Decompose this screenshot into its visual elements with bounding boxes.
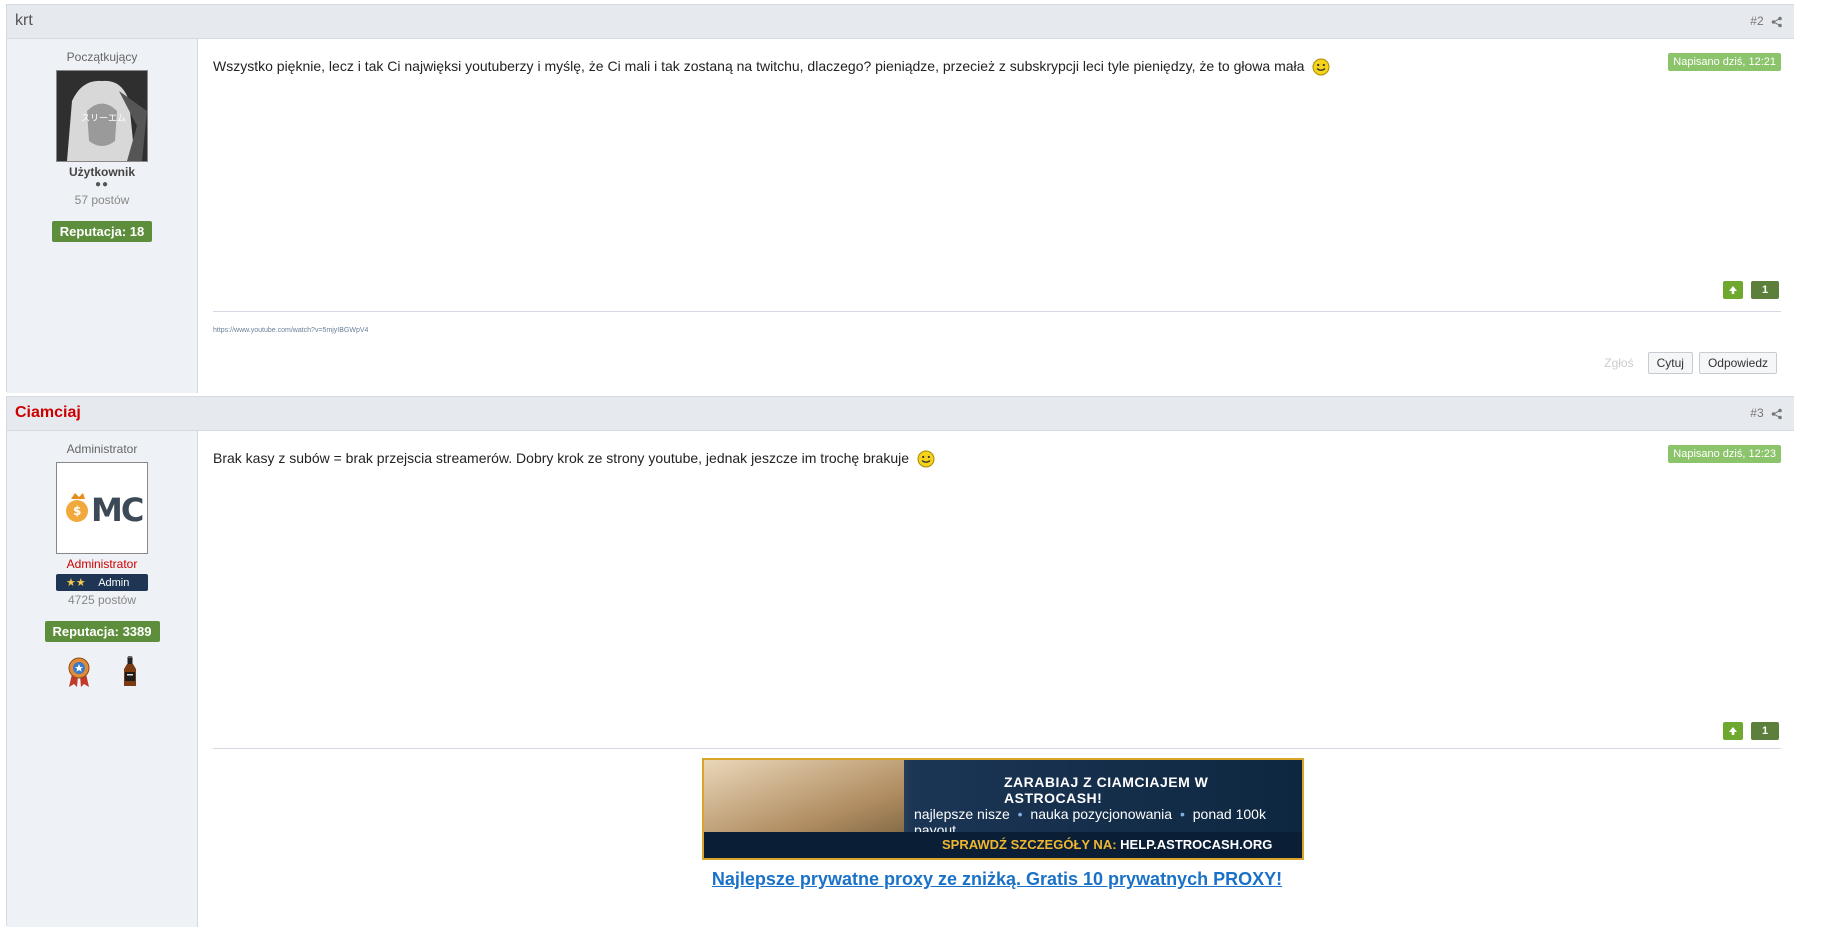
quote-button[interactable]: Cytuj bbox=[1647, 352, 1693, 374]
post-3: Ciamciaj #3 Administrator $ MC Administr… bbox=[6, 396, 1796, 927]
banner-feature: najlepsze nisze bbox=[914, 806, 1010, 822]
svg-text:$: $ bbox=[73, 504, 81, 518]
reputation-badge[interactable]: Reputacja: 18 bbox=[51, 221, 153, 242]
author-sidebar: Administrator $ MC Administrator ★★ Admi… bbox=[7, 431, 198, 927]
upvote-icon bbox=[1729, 286, 1737, 294]
rank-pips: ●● bbox=[94, 179, 110, 190]
post-number[interactable]: #2 bbox=[1750, 14, 1763, 28]
post-text-body: Wszystko pięknie, lecz i tak Ci najwięks… bbox=[213, 58, 1305, 74]
post-count: 4725 postów bbox=[67, 593, 137, 607]
post-2: krt #2 Początkujący スリーエム Użytkownik ●● bbox=[6, 4, 1796, 393]
upvote-button[interactable] bbox=[1723, 281, 1743, 299]
smiley-icon bbox=[917, 450, 935, 468]
share-icon[interactable] bbox=[1771, 16, 1783, 28]
post-header: krt #2 bbox=[7, 4, 1795, 39]
post-text-body: Brak kasy z subów = brak przejscia strea… bbox=[213, 450, 910, 466]
awards bbox=[7, 656, 197, 688]
award-medal-icon[interactable] bbox=[66, 656, 92, 688]
post-date[interactable]: Napisano dziś, 12:21 bbox=[1668, 53, 1781, 71]
reputation-badge[interactable]: Reputacja: 3389 bbox=[44, 621, 160, 642]
post-date[interactable]: Napisano dziś, 12:23 bbox=[1668, 445, 1781, 463]
post-text: Brak kasy z subów = brak przejscia strea… bbox=[213, 449, 1781, 468]
vote-count[interactable]: 1 bbox=[1751, 281, 1779, 299]
share-icon[interactable] bbox=[1771, 408, 1783, 420]
banner-cta: SPRAWDŹ SZCZEGÓŁY NA: HELP.ASTROCASH.ORG bbox=[942, 837, 1272, 852]
upvote-button[interactable] bbox=[1723, 722, 1743, 740]
banner-feature: nauka pozycjonowania bbox=[1030, 806, 1173, 822]
signature-divider bbox=[213, 748, 1781, 749]
page-right-gutter bbox=[1794, 0, 1824, 926]
vote-row: 1 bbox=[1723, 281, 1779, 299]
post-actions: Zgłoś Cytuj Odpowiedz bbox=[1604, 352, 1777, 374]
report-link[interactable]: Zgłoś bbox=[1604, 356, 1633, 370]
author-name-link[interactable]: krt bbox=[15, 12, 33, 30]
author-name-link[interactable]: Ciamciaj bbox=[15, 404, 81, 422]
badge-stars: ★★ bbox=[66, 577, 86, 589]
proxy-promo-link[interactable]: Najlepsze prywatne proxy ze zniżką. Grat… bbox=[213, 869, 1781, 890]
vote-row: 1 bbox=[1723, 722, 1779, 740]
signature-divider bbox=[213, 311, 1781, 312]
badge-label: Admin bbox=[98, 577, 130, 589]
avatar-caption: スリーエム bbox=[81, 114, 127, 124]
banner-url: HELP.ASTROCASH.ORG bbox=[1120, 837, 1273, 852]
smiley-icon bbox=[1312, 58, 1330, 76]
author-sidebar: Początkujący スリーエム Użytkownik ●● 57 post… bbox=[7, 39, 198, 393]
banner-cta-label: SPRAWDŹ SZCZEGÓŁY NA: bbox=[942, 837, 1117, 852]
user-group: Administrator bbox=[66, 557, 138, 571]
bottle-icon[interactable] bbox=[122, 656, 138, 688]
admin-badge: ★★ Admin bbox=[56, 574, 148, 591]
user-group: Użytkownik bbox=[68, 165, 135, 179]
post-number-link[interactable]: #3 bbox=[1750, 406, 1783, 420]
post-count: 57 postów bbox=[74, 193, 130, 207]
reply-button[interactable]: Odpowiedz bbox=[1698, 352, 1777, 374]
avatar[interactable]: $ MC bbox=[56, 462, 148, 554]
rank-title: Początkujący bbox=[66, 50, 138, 64]
avatar-logo-text: MC bbox=[91, 491, 144, 529]
avatar[interactable]: スリーエム bbox=[56, 70, 148, 162]
post-number[interactable]: #3 bbox=[1750, 406, 1763, 420]
astrocash-banner[interactable]: ZARABIAJ Z CIAMCIAJEM W ASTROCASH! najle… bbox=[702, 758, 1304, 860]
rank-title: Administrator bbox=[66, 442, 138, 456]
post-text: Wszystko pięknie, lecz i tak Ci najwięks… bbox=[213, 57, 1781, 76]
vote-count[interactable]: 1 bbox=[1751, 722, 1779, 740]
post-header: Ciamciaj #3 bbox=[7, 396, 1795, 431]
post-number-link[interactable]: #2 bbox=[1750, 14, 1783, 28]
post-content: Napisano dziś, 12:21 Wszystko pięknie, l… bbox=[213, 39, 1781, 393]
upvote-icon bbox=[1729, 727, 1737, 735]
post-body: Administrator $ MC Administrator ★★ Admi… bbox=[7, 431, 1795, 927]
signature-link[interactable]: https://www.youtube.com/watch?v=5mjyIBGW… bbox=[213, 327, 368, 334]
post-content: Napisano dziś, 12:23 Brak kasy z subów =… bbox=[213, 431, 1781, 927]
post-body: Początkujący スリーエム Użytkownik ●● 57 post… bbox=[7, 39, 1795, 393]
banner-title: ZARABIAJ Z CIAMCIAJEM W ASTROCASH! bbox=[1004, 774, 1209, 806]
